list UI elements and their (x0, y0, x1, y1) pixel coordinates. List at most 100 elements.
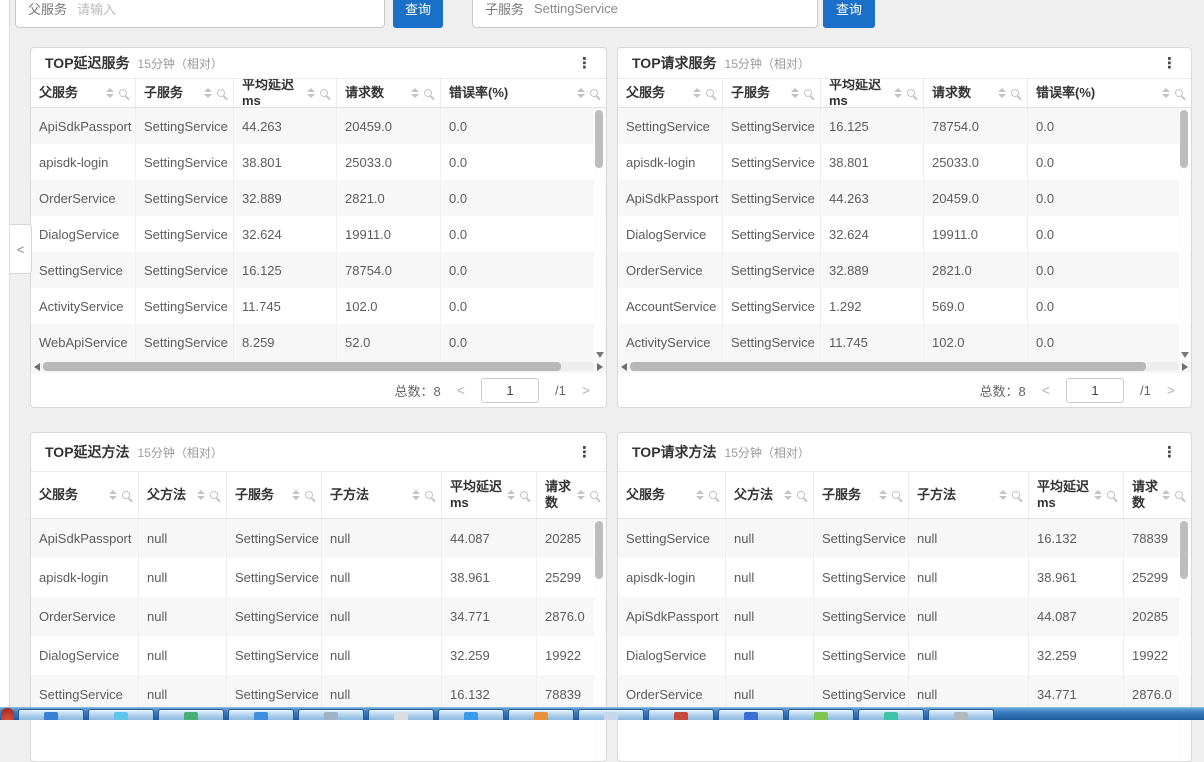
sidebar-collapse-button[interactable]: < (10, 224, 32, 274)
table-row[interactable]: ApiSdkPassportSettingService44.26320459.… (31, 108, 606, 144)
sort-icon[interactable] (106, 88, 114, 98)
search-icon[interactable] (122, 491, 130, 499)
more-menu-icon[interactable]: ⋮ (577, 56, 592, 71)
taskbar-button[interactable] (298, 709, 364, 720)
sort-icon[interactable] (109, 490, 117, 500)
search-icon[interactable] (804, 89, 812, 97)
sort-icon[interactable] (1162, 88, 1170, 98)
search-icon[interactable] (1012, 491, 1020, 499)
taskbar-button[interactable] (928, 709, 994, 720)
query-button-parent[interactable]: 查询 (393, 0, 443, 28)
sort-icon[interactable] (693, 88, 701, 98)
taskbar-button[interactable] (158, 709, 224, 720)
vertical-scrollbar[interactable] (594, 109, 605, 361)
table-row[interactable]: ActivityServiceSettingService11.745102.0… (618, 324, 1191, 360)
sort-icon[interactable] (292, 490, 300, 500)
search-icon[interactable] (1107, 491, 1115, 499)
taskbar-button[interactable] (578, 709, 644, 720)
sort-icon[interactable] (879, 490, 887, 500)
sort-icon[interactable] (411, 88, 419, 98)
scrollbar-thumb[interactable] (43, 362, 561, 371)
scrollbar-track[interactable] (630, 362, 1179, 371)
table-row[interactable]: apisdk-loginnullSettingServicenull38.961… (31, 558, 606, 597)
more-menu-icon[interactable]: ⋮ (577, 445, 592, 460)
table-row[interactable]: DialogServiceSettingService32.62419911.0… (618, 216, 1191, 252)
search-icon[interactable] (590, 89, 598, 97)
scrollbar-thumb[interactable] (1180, 521, 1188, 579)
sort-icon[interactable] (204, 88, 212, 98)
sort-icon[interactable] (412, 490, 420, 500)
prev-page-button[interactable]: < (457, 382, 465, 398)
search-icon[interactable] (590, 491, 598, 499)
sort-icon[interactable] (197, 490, 205, 500)
sort-icon[interactable] (784, 490, 792, 500)
horizontal-scrollbar[interactable] (31, 360, 606, 373)
table-row[interactable]: SettingServicenullSettingServicenull16.1… (618, 519, 1191, 558)
table-row[interactable]: OrderServiceSettingService32.8892821.00.… (618, 252, 1191, 288)
page-number-input[interactable] (1066, 378, 1124, 403)
scrollbar-thumb[interactable] (595, 110, 603, 168)
search-icon[interactable] (424, 89, 432, 97)
sort-icon[interactable] (507, 490, 515, 500)
table-row[interactable]: apisdk-loginnullSettingServicenull38.961… (618, 558, 1191, 597)
search-icon[interactable] (320, 89, 328, 97)
page-number-input[interactable] (481, 378, 539, 403)
more-menu-icon[interactable]: ⋮ (1162, 56, 1177, 71)
scrollbar-thumb[interactable] (1180, 110, 1188, 168)
vertical-scrollbar[interactable] (1179, 109, 1190, 361)
table-row[interactable]: ApiSdkPassportnullSettingServicenull44.0… (31, 519, 606, 558)
search-icon[interactable] (1175, 89, 1183, 97)
table-row[interactable]: WebApiServiceSettingService8.25952.00.0 (31, 324, 606, 360)
table-row[interactable]: ApiSdkPassportnullSettingServicenull44.0… (618, 597, 1191, 636)
table-row[interactable]: ActivityServiceSettingService11.745102.0… (31, 288, 606, 324)
table-row[interactable]: SettingServiceSettingService16.12578754.… (618, 108, 1191, 144)
taskbar-button[interactable] (858, 709, 924, 720)
search-icon[interactable] (892, 491, 900, 499)
scrollbar-track[interactable] (43, 362, 594, 371)
search-icon[interactable] (425, 491, 433, 499)
search-icon[interactable] (520, 491, 528, 499)
horizontal-scrollbar[interactable] (618, 360, 1191, 373)
scroll-left-arrow-icon[interactable] (621, 363, 627, 371)
table-row[interactable]: DialogServiceSettingService32.62419911.0… (31, 216, 606, 252)
prev-page-button[interactable]: < (1042, 382, 1050, 398)
search-icon[interactable] (706, 89, 714, 97)
search-icon[interactable] (907, 89, 915, 97)
search-icon[interactable] (119, 89, 127, 97)
child-service-input[interactable]: 子服务 SettingService (472, 0, 818, 28)
taskbar-button[interactable] (88, 709, 154, 720)
search-icon[interactable] (709, 491, 717, 499)
scroll-right-arrow-icon[interactable] (1182, 363, 1188, 371)
query-button-child[interactable]: 查询 (823, 0, 875, 28)
sort-icon[interactable] (998, 88, 1006, 98)
table-row[interactable]: DialogServicenullSettingServicenull32.25… (31, 636, 606, 675)
sort-icon[interactable] (999, 490, 1007, 500)
sort-icon[interactable] (577, 88, 585, 98)
table-row[interactable]: OrderServiceSettingService32.8892821.00.… (31, 180, 606, 216)
table-row[interactable]: apisdk-loginSettingService38.80125033.00… (31, 144, 606, 180)
table-row[interactable]: SettingServiceSettingService16.12578754.… (31, 252, 606, 288)
start-button-icon[interactable] (1, 708, 14, 720)
scroll-down-arrow-icon[interactable] (1181, 352, 1189, 358)
taskbar-button[interactable] (788, 709, 854, 720)
taskbar-button[interactable] (648, 709, 714, 720)
taskbar-button[interactable] (438, 709, 504, 720)
sort-icon[interactable] (894, 88, 902, 98)
scrollbar-thumb[interactable] (595, 521, 603, 579)
sort-icon[interactable] (577, 490, 585, 500)
table-row[interactable]: apisdk-loginSettingService38.80125033.00… (618, 144, 1191, 180)
search-icon[interactable] (797, 491, 805, 499)
sort-icon[interactable] (307, 88, 315, 98)
sort-icon[interactable] (791, 88, 799, 98)
table-row[interactable]: DialogServicenullSettingServicenull32.25… (618, 636, 1191, 675)
table-row[interactable]: ApiSdkPassportSettingService44.26320459.… (618, 180, 1191, 216)
search-icon[interactable] (217, 89, 225, 97)
search-icon[interactable] (210, 491, 218, 499)
taskbar-button[interactable] (718, 709, 784, 720)
taskbar-button[interactable] (18, 709, 84, 720)
taskbar-button[interactable] (228, 709, 294, 720)
taskbar-button[interactable] (508, 709, 574, 720)
scroll-right-arrow-icon[interactable] (597, 363, 603, 371)
next-page-button[interactable]: > (582, 382, 590, 398)
vertical-scrollbar[interactable] (594, 520, 605, 762)
